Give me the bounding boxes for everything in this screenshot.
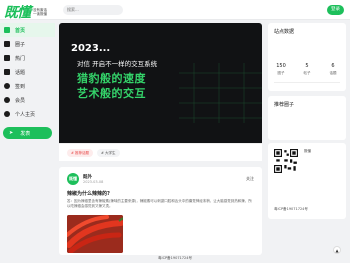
qr-caption: 既懂 (304, 149, 311, 153)
tag-chip-hot[interactable]: # 推荐话题 (67, 149, 94, 157)
footer-icp[interactable]: 粤ICP备19071724号 (0, 256, 350, 261)
sidebar-item-checkin[interactable]: 签到 (0, 79, 55, 93)
sidebar-item-circles[interactable]: 圈子 (0, 37, 55, 51)
sidebar-item-label: 签到 (15, 83, 26, 90)
stat-circles[interactable]: 150 圈子 (268, 63, 294, 76)
logo-text: 既懂 (4, 5, 31, 21)
post-title[interactable]: 辣椒为什么辣辣的? (67, 190, 110, 197)
send-icon: ➤ (9, 130, 14, 136)
sidebar-item-label: 热门 (15, 55, 26, 62)
icp-text[interactable]: 粤ICP备19071724号 (274, 207, 308, 212)
post-image[interactable] (67, 215, 123, 253)
stat-number: 5 (305, 63, 309, 69)
stat-topics[interactable]: 6 话题 (320, 63, 346, 76)
sidebar-item-profile[interactable]: 个人主页 (0, 107, 55, 121)
banner-subtitle: 对信 开启不一样的交互系统 (77, 60, 158, 68)
follow-button[interactable]: 关注 (246, 176, 254, 182)
stat-label: 帖子 (303, 71, 311, 75)
panel-title: 推荐圈子 (274, 102, 295, 108)
recommended-circles-panel: 推荐圈子 (268, 96, 346, 140)
sidebar-item-hot[interactable]: 热门 (0, 51, 55, 65)
topic-icon (4, 69, 10, 75)
sidebar-item-label: 会员 (15, 97, 26, 104)
hero-banner[interactable]: 2023... 对信 开启不一样的交互系统 猎豹般的速度 艺术般的交互 (59, 23, 262, 161)
qr-code-icon (274, 149, 298, 173)
site-logo[interactable]: 既懂 没有废话 一读既懂 (4, 2, 47, 22)
avatar[interactable]: 既懂 (67, 173, 79, 185)
stat-number: 150 (276, 63, 286, 69)
panel-title: 站点数据 (274, 29, 295, 35)
home-icon (4, 27, 10, 33)
stat-posts[interactable]: 5 帖子 (294, 63, 320, 76)
banner-headline-1: 猎豹般的速度 (77, 72, 146, 85)
scroll-top-button[interactable]: ▲ (333, 246, 341, 254)
sidebar-item-label: 首页 (15, 27, 26, 34)
stat-label: 话题 (329, 71, 337, 75)
search-input[interactable] (63, 5, 123, 15)
tag-chip[interactable]: # 大学生 (97, 149, 120, 157)
stat-label: 圈子 (277, 71, 285, 75)
tag-bar: # 推荐话题 # 大学生 (59, 143, 262, 161)
top-bar: 既懂 没有废话 一读既懂 登录 (0, 0, 350, 22)
logo-tagline-2: 一读既懂 (33, 12, 47, 16)
user-icon (4, 111, 10, 117)
sidebar-item-member[interactable]: 会员 (0, 93, 55, 107)
post-card[interactable]: 既懂 既外 2023-03-08 关注 辣椒为什么辣辣的? 答：因为辣椒里含有辣… (59, 167, 262, 255)
divider (274, 82, 340, 83)
sidebar-item-home[interactable]: 首页 (0, 23, 55, 37)
login-button[interactable]: 登录 (327, 5, 344, 15)
sidebar-item-topics[interactable]: 话题 (0, 65, 55, 79)
banner-year: 2023... (71, 43, 111, 54)
member-icon (4, 97, 10, 103)
site-stats-panel: 站点数据 150 圈子 5 帖子 6 话题 (268, 23, 346, 91)
sidebar-item-label: 话题 (15, 69, 26, 76)
logo-tagline: 没有废话 一读既懂 (33, 8, 47, 16)
chili-image (67, 215, 123, 253)
post-button-label: 发表 (20, 130, 31, 137)
sidebar-nav: 首页 圈子 热门 话题 签到 会员 个人主页 ➤ 发表 (0, 23, 55, 139)
checkin-icon (4, 83, 10, 89)
sidebar-item-label: 圈子 (15, 41, 26, 48)
banner-headline-2: 艺术般的交互 (77, 87, 146, 100)
post-button[interactable]: ➤ 发表 (3, 127, 52, 139)
post-time: 2023-03-08 (83, 180, 104, 184)
banner-decoration (179, 63, 262, 123)
circle-group-icon (4, 41, 10, 47)
post-body: 答：因为辣椒里含有辣椒素(辣味的主要来源)，辣椒素可以刺激口腔和舌头中的痛觉神经… (67, 199, 252, 208)
stats-row: 150 圈子 5 帖子 6 话题 (268, 63, 346, 76)
stat-number: 6 (331, 63, 335, 69)
fire-icon (4, 55, 10, 61)
qr-panel: 既懂 粤ICP备19071724号 (268, 143, 346, 219)
sidebar-item-label: 个人主页 (15, 111, 36, 118)
